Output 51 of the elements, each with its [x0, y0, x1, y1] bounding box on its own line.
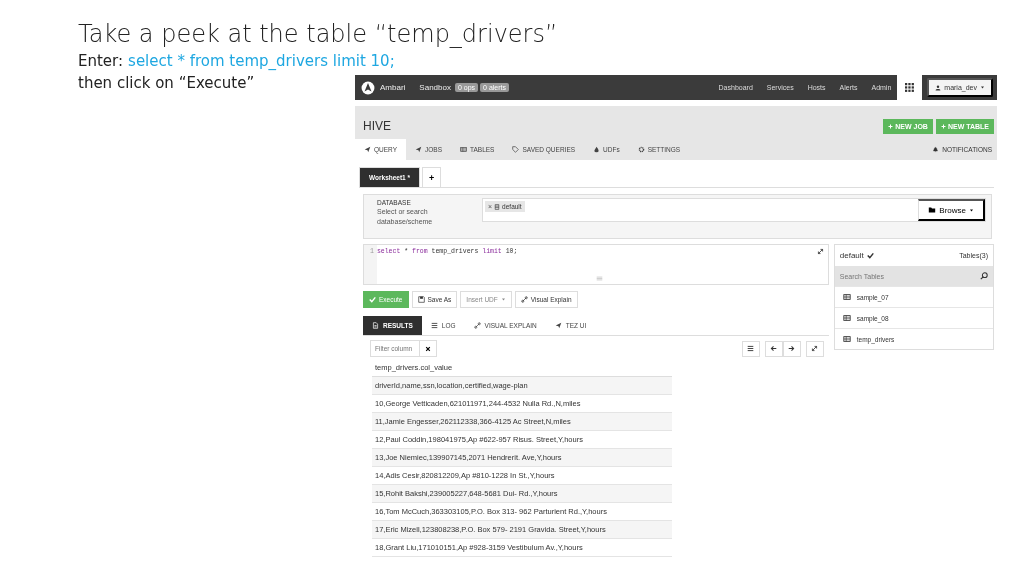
paper-plane-icon	[554, 322, 562, 329]
logo-icon	[361, 80, 375, 95]
menu-icon	[747, 345, 755, 352]
search-icon	[980, 272, 988, 280]
clear-filter-button[interactable]	[420, 340, 437, 357]
save-icon	[417, 296, 425, 303]
database-icon	[494, 203, 501, 210]
table-icon	[460, 146, 467, 153]
table-icon	[842, 293, 851, 301]
check-icon	[866, 252, 874, 259]
plus-icon	[888, 123, 894, 129]
query-command: select * from temp_drivers limit 10;	[128, 51, 395, 72]
expand-button[interactable]	[805, 340, 824, 357]
table-icon	[842, 314, 851, 322]
table-icon	[842, 335, 851, 343]
grid-icon	[905, 83, 915, 92]
caret-icon	[969, 207, 974, 213]
columns-button[interactable]	[741, 340, 760, 357]
next-button[interactable]	[782, 340, 801, 357]
link-icon	[473, 322, 481, 329]
instruction-label: Enter:	[78, 51, 124, 72]
bell-icon	[932, 146, 940, 153]
settings-icon	[637, 146, 645, 153]
caret-icon	[500, 297, 506, 302]
slide-title: Take a peek at the table “temp_drivers”	[78, 19, 559, 50]
resize-handle-icon	[595, 275, 603, 282]
instruction-note: then click on “Execute”	[78, 73, 255, 94]
flame-icon	[593, 146, 601, 153]
arrow-right-icon	[788, 345, 796, 352]
link-icon	[520, 296, 528, 303]
expand-icon	[816, 248, 824, 255]
folder-icon	[928, 206, 937, 214]
document-icon	[372, 322, 379, 329]
plus-icon	[940, 123, 946, 129]
close-icon	[425, 345, 431, 352]
tag-icon	[512, 146, 520, 153]
arrow-left-icon	[770, 345, 778, 352]
view-title: HIVE	[363, 119, 391, 133]
paper-plane-icon	[415, 146, 422, 153]
check-icon	[369, 296, 376, 303]
cluster-name[interactable]: Sandbox	[419, 83, 451, 92]
database-dropdown[interactable]: default	[839, 251, 874, 260]
paper-plane-icon	[364, 146, 371, 153]
list-icon	[430, 322, 438, 329]
add-worksheet-button[interactable]: +	[422, 167, 442, 187]
previous-button[interactable]	[764, 340, 783, 357]
user-icon	[935, 84, 942, 91]
browse-button[interactable]: Browse	[918, 199, 985, 221]
expand-icon	[811, 345, 819, 352]
caret-icon	[980, 85, 985, 90]
brand-name[interactable]: Ambari	[380, 83, 406, 92]
